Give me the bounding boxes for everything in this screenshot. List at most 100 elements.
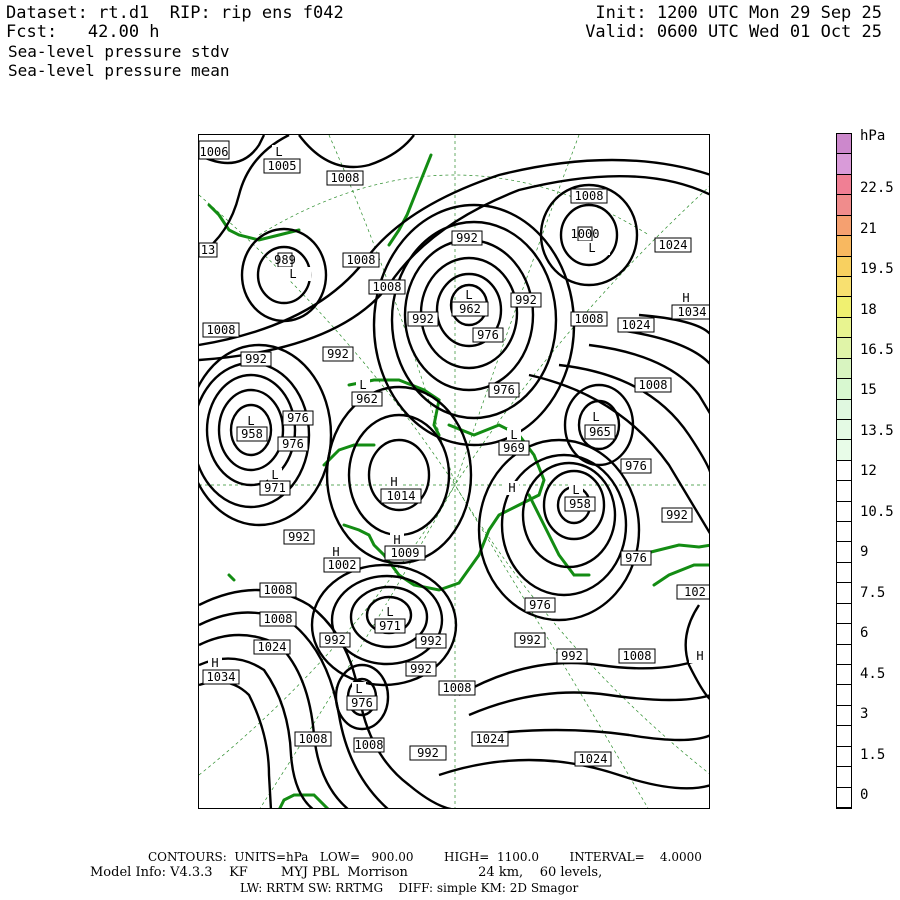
- isobar-label-text: 1024: [622, 318, 651, 332]
- color-bar-cell: [837, 746, 851, 768]
- isobar-label: 1008: [294, 731, 332, 747]
- isobar-label: 992: [510, 292, 542, 308]
- low-marker: L: [589, 410, 603, 424]
- isobar-label: 992: [661, 507, 693, 523]
- isobar-label: 958: [236, 426, 268, 442]
- isobar-label-text: 1005: [268, 159, 297, 173]
- isobar-label-text: L: [592, 410, 599, 424]
- color-bar-cell: [837, 399, 851, 420]
- color-bar-cell: [837, 358, 851, 380]
- isobar-label: 962: [351, 391, 383, 407]
- isobar-label-text: 1000: [571, 227, 600, 241]
- color-bar-cell: [837, 215, 851, 237]
- color-bar-tick-label: 13.5: [860, 423, 894, 439]
- isobar-label-text: 1034: [678, 305, 707, 319]
- isobar-label-text: 992: [288, 530, 310, 544]
- color-bar-cell: [837, 419, 851, 441]
- isobar-label-text: 971: [379, 619, 401, 633]
- isobar-label: 1005: [263, 158, 301, 174]
- isobar-label: 971: [259, 480, 291, 496]
- color-bar-tick-label: 1.5: [860, 747, 886, 763]
- color-bar-cell: [837, 726, 851, 747]
- color-bar-cell: [837, 787, 851, 808]
- isobar-label-text: 1008: [347, 253, 376, 267]
- isobar-label-text: 1002: [328, 558, 357, 572]
- isobar-label: 976: [620, 458, 652, 474]
- isobar-label-text: 965: [589, 425, 611, 439]
- color-bar-tick-label: 10.5: [860, 504, 894, 520]
- isobar-label: 1006: [199, 140, 230, 160]
- isobar-label: 1008: [326, 170, 364, 186]
- color-bar-tick-label: 21: [860, 221, 877, 237]
- color-bar-tick-label: 4.5: [860, 666, 886, 682]
- color-bar-tick-label: 16.5: [860, 342, 894, 358]
- isobar-label-text: H: [682, 291, 689, 305]
- footer-model-info-line: Model Info: V4.3.3 KF MYJ PBL Morrison 2…: [90, 865, 603, 880]
- isobar-label: 1008: [342, 252, 380, 268]
- color-bar-cell: [837, 338, 851, 359]
- isobar-label-text: L: [247, 414, 254, 428]
- color-bar-cell: [837, 665, 851, 686]
- isobar-label-text: 992: [515, 293, 537, 307]
- isobar-label-text: H: [390, 475, 397, 489]
- isobar-label: 976: [472, 327, 504, 343]
- low-marker: L: [275, 267, 311, 281]
- color-bar-cell: [837, 174, 851, 196]
- isobar-label: 992: [322, 346, 354, 362]
- low-marker: L: [569, 483, 583, 497]
- dataset-line: Dataset: rt.d1 RIP: rip ens f042: [6, 3, 344, 23]
- isobar-label-text: 992: [410, 662, 432, 676]
- isobar-label: 1024: [654, 237, 692, 253]
- isobar-label: 1002: [323, 557, 361, 573]
- low-marker: L: [507, 428, 521, 442]
- isobar-label-text: 969: [503, 441, 525, 455]
- high-marker: H: [689, 649, 709, 663]
- color-bar-cell: [837, 624, 851, 645]
- color-bar-tick-label: 9: [860, 544, 869, 560]
- isobar-label-text: 992: [327, 347, 349, 361]
- isobar-label-text: 962: [356, 392, 378, 406]
- isobar-label-text: 958: [241, 427, 263, 441]
- color-bar-cell: [837, 256, 851, 277]
- color-bar-cell: [837, 440, 851, 461]
- isobar-label-text: L: [289, 267, 296, 281]
- color-bar-cell: [837, 603, 851, 625]
- color-bar-cell: [837, 481, 851, 502]
- isobar-label-text: 992: [417, 746, 439, 760]
- isobar-label: 976: [620, 550, 652, 566]
- high-marker: H: [505, 481, 519, 495]
- color-bar-tick-label: 6: [860, 625, 869, 641]
- color-bar-cell: [837, 501, 851, 523]
- isobar-label: 1008: [618, 648, 656, 664]
- isobar-label-text: 1008: [575, 189, 604, 203]
- footer-physics-line: LW: RRTM SW: RRTMG DIFF: simple KM: 2D S…: [240, 881, 579, 895]
- isobar-label-text: 992: [561, 649, 583, 663]
- isobar-label: 965: [584, 424, 616, 440]
- isobar-label: 976: [524, 597, 556, 613]
- isobar-label: 1008: [259, 611, 297, 627]
- isobar-label-text: H: [332, 545, 339, 559]
- color-bar-cell: [837, 460, 851, 482]
- isobar-label-text: 976: [477, 328, 499, 342]
- color-bar-tick-label: 18: [860, 302, 877, 318]
- color-bar-cell: [837, 317, 851, 339]
- color-bar-tick-label: 15: [860, 382, 877, 398]
- low-marker: L: [383, 605, 397, 619]
- isobar-label-text: 976: [282, 437, 304, 451]
- isobar-label-text: 992: [324, 633, 346, 647]
- isobar-label: 992: [415, 633, 447, 649]
- isobar-label: 1008: [634, 377, 672, 393]
- high-marker: H: [387, 475, 401, 489]
- high-marker: H: [208, 656, 222, 670]
- isobar-label: 1034: [671, 304, 709, 320]
- isobar-label-text: 13: [201, 243, 215, 257]
- high-marker: H: [679, 291, 693, 305]
- low-marker: L: [352, 682, 366, 696]
- isobar-label: 1008: [353, 737, 385, 753]
- isobar-label: 992: [319, 632, 351, 648]
- high-marker: H: [329, 545, 343, 559]
- isobar-label-text: H: [696, 649, 703, 663]
- isobar-label-text: H: [508, 481, 515, 495]
- isobar-label: 1009: [384, 545, 426, 561]
- color-bar-tick-label: 12: [860, 463, 877, 479]
